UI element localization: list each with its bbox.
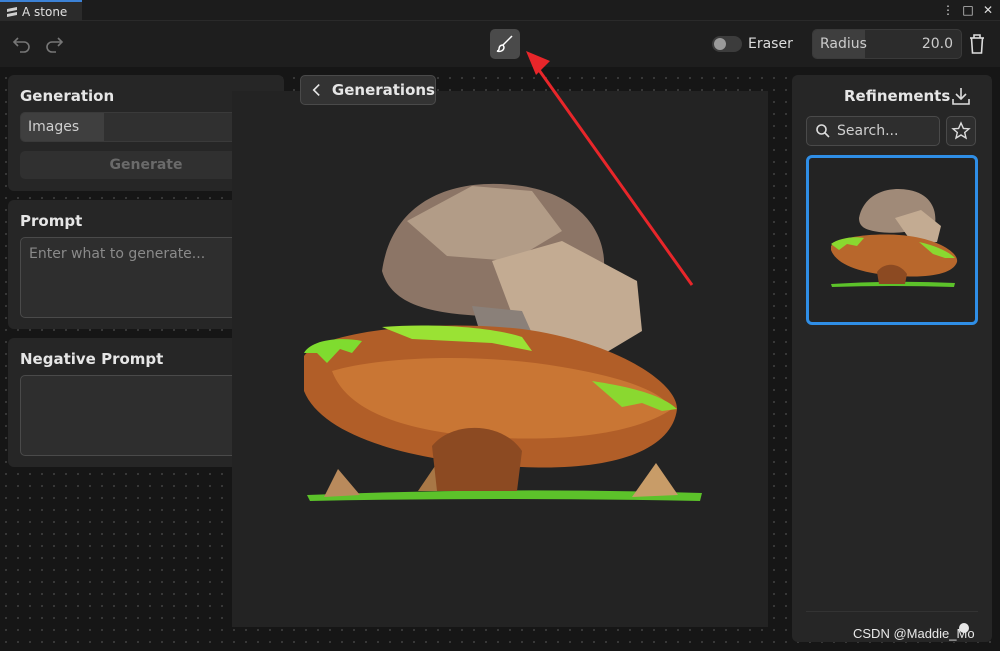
close-icon[interactable]: ✕ xyxy=(982,2,994,18)
title-bar: A stone ⋮ □ ✕ xyxy=(0,0,1000,21)
star-icon xyxy=(951,121,971,140)
window-controls: ⋮ □ ✕ xyxy=(942,2,994,18)
prompt-title: Prompt xyxy=(20,212,83,230)
generation-title: Generation xyxy=(20,87,115,105)
redo-icon[interactable] xyxy=(42,32,66,56)
maximize-icon[interactable]: □ xyxy=(962,2,974,18)
toolbar: Eraser Radius 20.0 xyxy=(0,21,1000,67)
radius-label: Radius xyxy=(820,36,867,52)
negative-prompt-title: Negative Prompt xyxy=(20,350,164,368)
tab-title: A stone xyxy=(22,4,68,19)
eraser-toggle[interactable] xyxy=(712,36,742,52)
search-icon xyxy=(816,124,830,138)
search-box[interactable] xyxy=(806,116,940,146)
back-to-generations-button[interactable]: Generations xyxy=(300,75,436,105)
refinement-thumbnail-selected[interactable] xyxy=(806,155,978,325)
paintbrush-icon[interactable] xyxy=(490,29,520,59)
more-options-icon[interactable]: ⋮ xyxy=(942,2,954,18)
undo-icon[interactable] xyxy=(10,32,34,56)
toggle-knob xyxy=(714,38,726,50)
mushroom-stone-image xyxy=(304,183,702,501)
document-tab[interactable]: A stone xyxy=(0,0,82,21)
radius-value: 20.0 xyxy=(921,36,953,52)
prompt-placeholder: Enter what to generate... xyxy=(29,246,206,262)
search-input[interactable] xyxy=(837,123,937,139)
app-logo-icon xyxy=(7,6,17,17)
refinements-title: Refinements xyxy=(844,87,951,105)
refinements-panel: Refinements xyxy=(792,75,992,642)
favorite-star-button[interactable] xyxy=(946,116,976,146)
watermark-text: CSDN @Maddie_Mo xyxy=(853,626,975,641)
chevron-left-icon xyxy=(312,83,320,97)
radius-slider[interactable]: Radius 20.0 xyxy=(812,29,962,59)
images-label: Images xyxy=(28,119,80,135)
download-icon[interactable] xyxy=(950,85,972,107)
generated-image-canvas[interactable] xyxy=(232,91,768,627)
thumbnail-image xyxy=(831,188,958,287)
eraser-label: Eraser xyxy=(748,36,793,52)
back-button-label: Generations xyxy=(331,81,435,99)
divider xyxy=(806,611,978,612)
trash-icon[interactable] xyxy=(966,32,988,56)
scroll-indicator xyxy=(959,623,969,633)
